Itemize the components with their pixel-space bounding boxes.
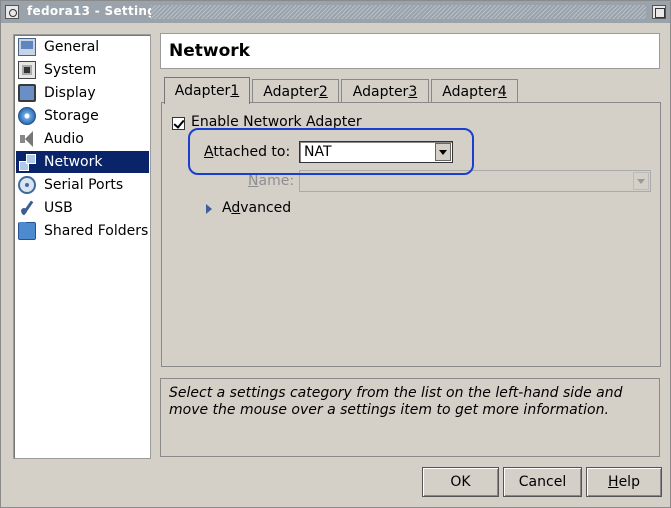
name-mnemonic: N bbox=[248, 173, 259, 189]
sidebar-item-label: USB bbox=[44, 200, 73, 216]
page-title: Network bbox=[169, 41, 250, 61]
sidebar-item-label: Display bbox=[44, 85, 96, 101]
sidebar-item-system[interactable]: System bbox=[16, 59, 149, 81]
sidebar-item-serial-ports[interactable]: Serial Ports bbox=[16, 174, 149, 196]
attached-to-mnemonic: A bbox=[204, 144, 214, 160]
maximize-icon[interactable] bbox=[652, 5, 666, 19]
help-button[interactable]: Help bbox=[586, 467, 662, 497]
chevron-down-icon bbox=[633, 172, 649, 190]
tab-label: Adapter bbox=[352, 83, 409, 100]
tab-mnemonic: 3 bbox=[408, 83, 418, 100]
cancel-label: Cancel bbox=[518, 474, 567, 490]
cancel-button[interactable]: Cancel bbox=[503, 467, 582, 497]
usb-icon bbox=[18, 199, 36, 217]
sidebar-item-audio[interactable]: Audio bbox=[16, 128, 149, 150]
shared-folders-icon bbox=[18, 222, 36, 240]
tab-label: Adapter bbox=[263, 83, 319, 100]
title-bar-pattern bbox=[151, 5, 646, 19]
display-icon bbox=[18, 84, 36, 102]
network-icon bbox=[18, 153, 36, 171]
advanced-mnemonic: d bbox=[231, 200, 241, 216]
name-text: ame: bbox=[258, 173, 295, 189]
attached-to-value: NAT bbox=[304, 144, 332, 160]
sidebar-item-label: Serial Ports bbox=[44, 177, 124, 193]
sidebar-item-label: Shared Folders bbox=[44, 223, 149, 239]
info-box: Select a settings category from the list… bbox=[160, 378, 660, 457]
advanced-toggle[interactable]: Advanced bbox=[222, 200, 291, 216]
info-text: Select a settings category from the list… bbox=[169, 385, 623, 418]
serial-ports-icon bbox=[18, 176, 36, 194]
sidebar-item-label: Network bbox=[44, 154, 103, 170]
tab-adapter-1[interactable]: Adapter 1 bbox=[164, 77, 250, 104]
storage-icon bbox=[18, 107, 36, 125]
tab-adapter-2[interactable]: Adapter 2 bbox=[252, 79, 339, 103]
tab-adapter-4[interactable]: Adapter 4 bbox=[431, 79, 518, 103]
sidebar-item-usb[interactable]: USB bbox=[16, 197, 149, 219]
tab-adapter-3[interactable]: Adapter 3 bbox=[341, 79, 429, 103]
help-mnemonic: H bbox=[608, 474, 619, 490]
name-select bbox=[299, 170, 651, 192]
window-title: fedora13 - Settings bbox=[27, 4, 164, 18]
adapter-panel: Enable Network Adapter Attached to: NAT … bbox=[161, 102, 661, 367]
expand-arrow-icon[interactable] bbox=[206, 204, 212, 214]
sidebar-item-shared-folders[interactable]: Shared Folders bbox=[16, 220, 149, 242]
title-bar: fedora13 - Settings bbox=[1, 1, 670, 23]
chevron-down-icon[interactable] bbox=[435, 143, 451, 161]
sidebar-item-label: Storage bbox=[44, 108, 99, 124]
sidebar-item-label: System bbox=[44, 62, 97, 78]
tab-mnemonic: 2 bbox=[318, 83, 328, 100]
tab-label: Adapter bbox=[174, 83, 231, 99]
general-icon bbox=[18, 38, 36, 56]
ok-label: OK bbox=[450, 474, 471, 490]
help-label: elp bbox=[618, 474, 640, 490]
sidebar-item-display[interactable]: Display bbox=[16, 82, 149, 104]
ok-button[interactable]: OK bbox=[422, 467, 499, 497]
advanced-rest: vanced bbox=[240, 200, 292, 216]
settings-window: fedora13 - Settings General System Displ… bbox=[0, 0, 671, 508]
sidebar-item-network[interactable]: Network bbox=[16, 151, 149, 173]
enable-adapter-label[interactable]: Enable Network Adapter bbox=[191, 114, 362, 130]
tab-mnemonic: 1 bbox=[230, 83, 240, 99]
tab-label: Adapter bbox=[442, 83, 498, 100]
enable-adapter-checkbox[interactable] bbox=[172, 117, 185, 130]
tab-mnemonic: 4 bbox=[497, 83, 507, 100]
page-header: Network bbox=[160, 33, 660, 69]
sidebar-item-label: General bbox=[44, 39, 100, 55]
attached-to-select[interactable]: NAT bbox=[299, 141, 453, 163]
sidebar-item-label: Audio bbox=[44, 131, 84, 147]
advanced-prefix: A bbox=[222, 200, 232, 216]
attached-to-label: Attached to: bbox=[204, 144, 290, 160]
attached-to-text: ttached to: bbox=[213, 144, 291, 160]
sidebar-item-storage[interactable]: Storage bbox=[16, 105, 149, 127]
name-label: Name: bbox=[248, 173, 294, 189]
window-menu-icon[interactable] bbox=[5, 5, 19, 19]
sidebar-item-general[interactable]: General bbox=[16, 36, 149, 58]
category-list[interactable]: General System Display Storage Audio Net… bbox=[13, 34, 151, 459]
audio-icon bbox=[18, 130, 36, 148]
system-icon bbox=[18, 61, 36, 79]
